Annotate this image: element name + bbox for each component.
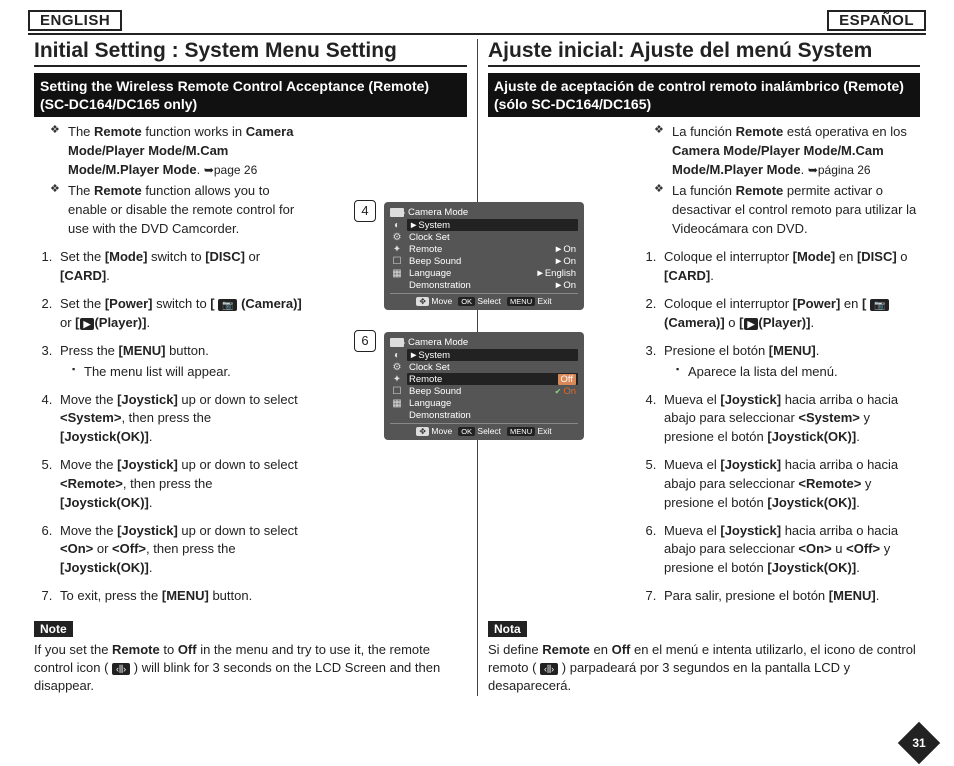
value-on: On [563,386,576,397]
step-badge: 4 [354,200,376,222]
move-icon: ✥ [416,297,429,306]
lcd-mode: Camera Mode [408,207,468,218]
step: Para salir, presione el botón [MENU]. [660,587,920,606]
step-badge: 6 [354,330,376,352]
step: Mueva el [Joystick] hacia arriba o hacia… [660,391,920,448]
menu-item: Language [409,268,451,279]
step: To exit, press the [MENU] button. [56,587,307,606]
page-title-en: Initial Setting : System Menu Setting [34,39,467,67]
menu-item: Clock Set [409,362,450,373]
lcd: Camera Mode ◐⚙✦☐▦ ►System Clock Set Remo… [384,202,584,310]
note-block-es: Nota Si define Remote en Off en el menú … [488,620,920,696]
step: Move the [Joystick] up or down to select… [56,522,307,579]
lcd-hints: ✥ Move OK Select MENU Exit [390,423,578,436]
note-label-es: Nota [488,621,527,637]
bullet: The Remote function allows you to enable… [56,182,307,239]
lcd-icon-col: ◐⚙✦☐▦ [390,349,404,421]
lcd-screen-4: 4 Camera Mode ◐⚙✦☐▦ ►System Clock Set Re… [384,202,594,310]
bullet: La función Remote está operativa en los … [660,123,920,180]
lang-right: ESPAÑOL [827,10,926,31]
intro-bullets-es: La función Remote está operativa en los … [638,123,920,238]
step: Press the [MENU] button.The menu list wi… [56,342,307,382]
camcorder-icon [390,208,404,217]
note-label-en: Note [34,621,73,637]
menu-item: System [418,350,450,361]
check-icon: ✔ [555,387,562,396]
lcd: Camera Mode ◐⚙✦☐▦ ►System Clock Set Remo… [384,332,584,440]
steps-es: Coloque el interruptor [Mode] en [DISC] … [638,248,920,606]
note-text-en: If you set the Remote to Off in the menu… [34,641,467,696]
lcd-screen-6: 6 Camera Mode ◐⚙✦☐▦ ►System Clock Set Re… [384,332,594,440]
steps-en: Set the [Mode] switch to [DISC] or [CARD… [34,248,307,606]
lcd-hints: ✥ Move OK Select MENU Exit [390,293,578,306]
camera-icon: 📷 [870,299,889,311]
lcd-icon-col: ◐⚙✦☐▦ [390,219,404,291]
menu-item: Language [409,398,451,409]
step: Mueva el [Joystick] hacia arriba o hacia… [660,522,920,579]
move-icon: ✥ [416,427,429,436]
lcd-screenshots: 4 Camera Mode ◐⚙✦☐▦ ►System Clock Set Re… [384,202,594,462]
intro-bullets-en: The Remote function works in Camera Mode… [34,123,307,238]
ok-badge: OK [458,427,475,436]
divider [28,33,926,35]
menu-item: Demonstration [409,410,471,421]
page-number-badge: 31 [898,722,940,764]
play-icon: ▶ [80,318,95,330]
page-title-es: Ajuste inicial: Ajuste del menú System [488,39,920,67]
menu-badge: MENU [507,297,535,306]
remote-icon: ‹⫼› [112,663,130,675]
camera-icon: 📷 [218,299,237,311]
bullet: La función Remote permite activar o desa… [660,182,920,239]
play-icon: ▶ [744,318,759,330]
bullet: The Remote function works in Camera Mode… [56,123,307,180]
note-block-en: Note If you set the Remote to Off in the… [34,620,467,696]
menu-item: Beep Sound [409,386,461,397]
step: Presione el botón [MENU].Aparece la list… [660,342,920,382]
step: Move the [Joystick] up or down to select… [56,391,307,448]
step: Coloque el interruptor [Mode] en [DISC] … [660,248,920,286]
section-bar-en: Setting the Wireless Remote Control Acce… [34,73,467,117]
remote-icon: ‹⫼› [540,663,558,675]
step: Coloque el interruptor [Power] en [ 📷 (C… [660,295,920,333]
value-off: Off [558,374,577,385]
menu-badge: MENU [507,427,535,436]
menu-item: System [418,220,450,231]
note-text-es: Si define Remote en Off en el menú e int… [488,641,920,696]
section-bar-es: Ajuste de aceptación de control remoto i… [488,73,920,117]
lcd-mode: Camera Mode [408,337,468,348]
ok-badge: OK [458,297,475,306]
step: Mueva el [Joystick] hacia arriba o hacia… [660,456,920,513]
language-row: ENGLISH ESPAÑOL [28,10,926,31]
menu-item: Clock Set [409,232,450,243]
step: Move the [Joystick] up or down to select… [56,456,307,513]
camcorder-icon [390,338,404,347]
menu-item: Remote [409,244,442,255]
step: Set the [Power] switch to [ 📷 (Camera)] … [56,295,307,333]
menu-item: Beep Sound [409,256,461,267]
lang-left: ENGLISH [28,10,122,31]
menu-item: Demonstration [409,280,471,291]
step: Set the [Mode] switch to [DISC] or [CARD… [56,248,307,286]
menu-item: Remote [409,374,442,385]
